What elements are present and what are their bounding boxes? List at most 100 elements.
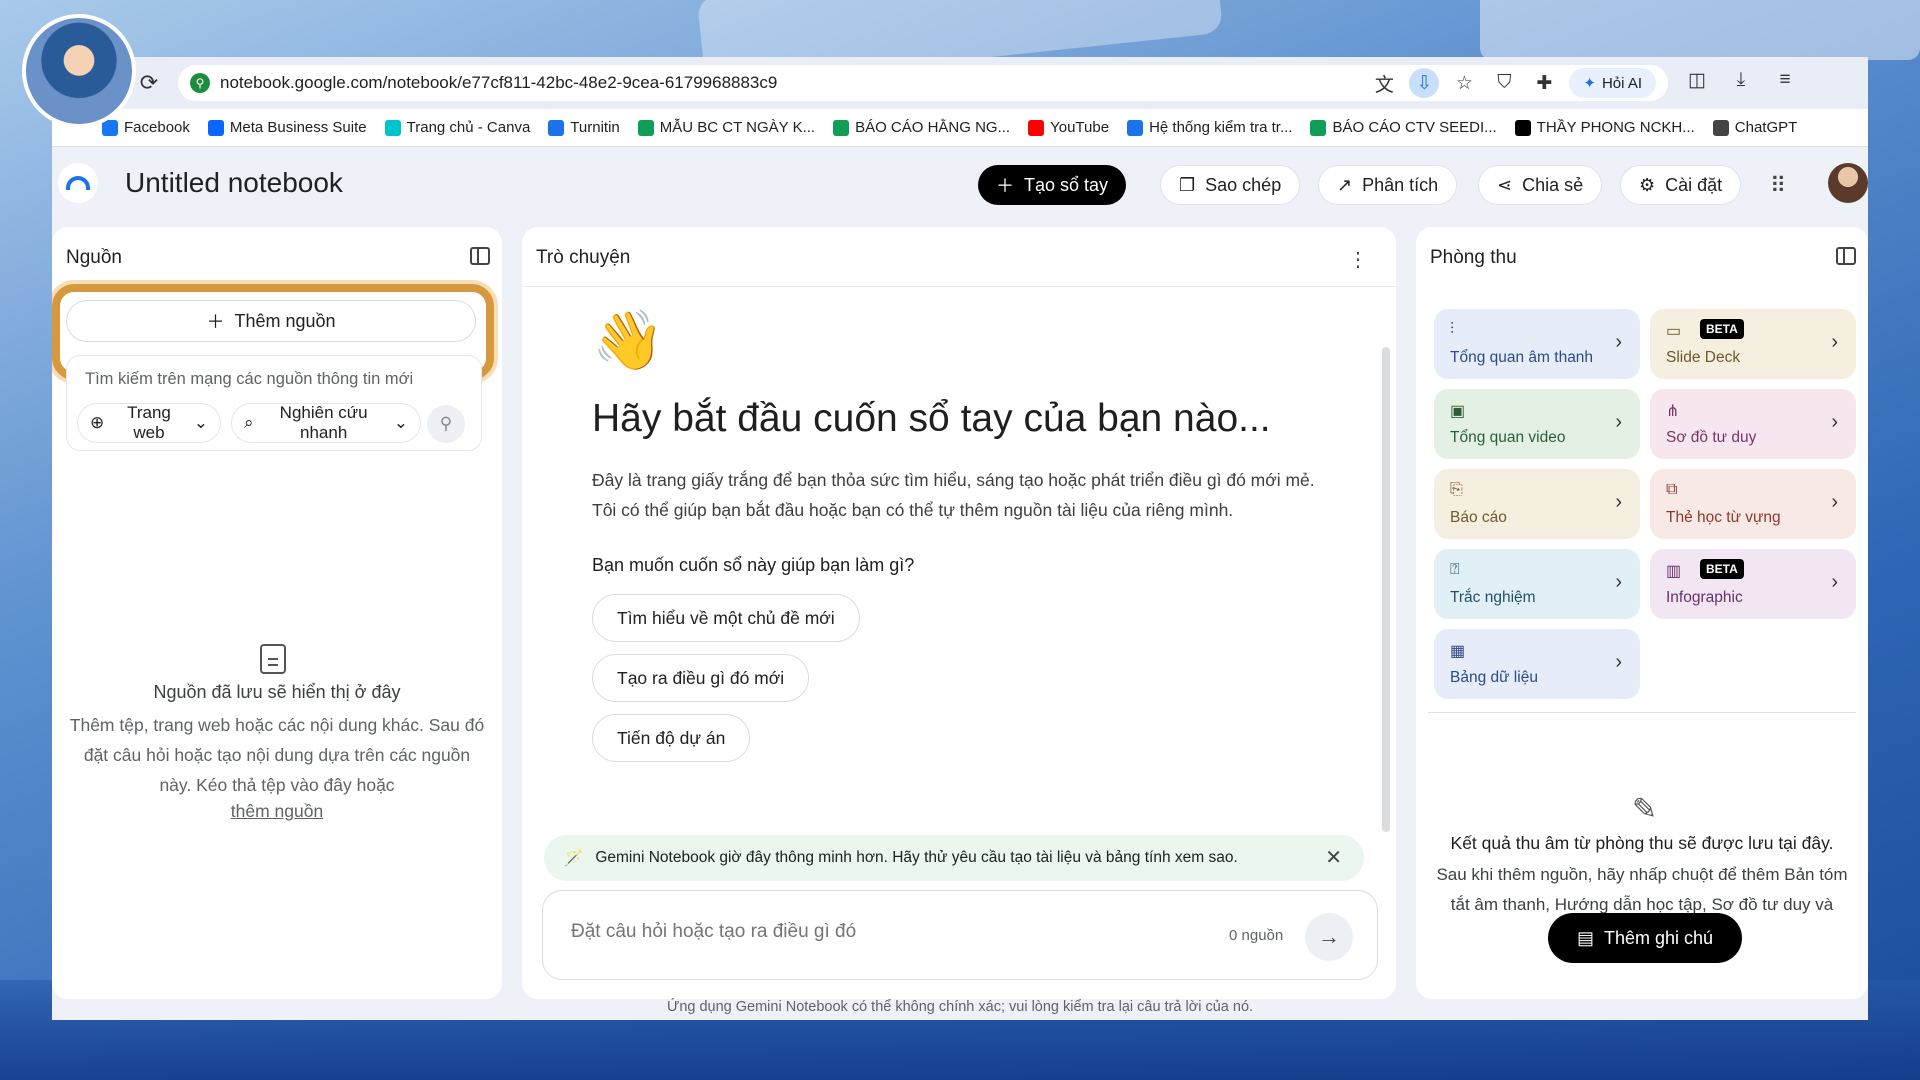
infographic-icon: ▥ — [1666, 563, 1682, 580]
bookmark-item[interactable]: MẪU BC CT NGÀY K... — [637, 119, 816, 136]
gemini-banner: 🪄 Gemini Notebook giờ đây thông minh hơn… — [544, 835, 1364, 881]
install-app-icon[interactable]: ⇩ — [1409, 68, 1440, 98]
ask-ai-label: Hỏi AI — [1601, 74, 1642, 92]
download-icon[interactable]: ⤓ — [1726, 65, 1756, 95]
magic-wand-icon: ✎ — [1632, 793, 1658, 826]
reading-list-icon[interactable]: ≡ — [1770, 65, 1800, 95]
chevron-down-icon: ⌄ — [193, 412, 208, 432]
bookmark-favicon-icon — [1127, 119, 1144, 136]
analytics-button[interactable]: ↗ Phân tích — [1318, 165, 1458, 205]
bookmark-label: Facebook — [124, 119, 190, 136]
translate-icon[interactable]: 文 — [1369, 68, 1399, 98]
bookmark-item[interactable]: Turnitin — [548, 119, 620, 136]
extensions-icon[interactable]: ✚ — [1529, 68, 1559, 98]
studio-tile[interactable]: ⧉ Thẻ học từ vựng › — [1650, 469, 1856, 539]
bookmark-favicon-icon — [1514, 119, 1531, 136]
share-button[interactable]: ⋖ Chia sẻ — [1478, 165, 1603, 205]
add-source-button[interactable]: ＋ Thêm nguồn — [66, 300, 476, 342]
bookmark-favicon-icon — [1712, 119, 1729, 136]
studio-tile[interactable]: ⎘ Báo cáo › — [1434, 469, 1640, 539]
send-button[interactable]: → — [1305, 913, 1353, 961]
disclaimer: Ứng dụng Gemini Notebook có thể không ch… — [666, 999, 1254, 1015]
web-source-dropdown[interactable]: ⊕ Trang web ⌄ — [77, 403, 221, 443]
bookmark-item[interactable]: Facebook — [102, 119, 190, 136]
studio-tile[interactable]: ▥ BETA Infographic › — [1650, 549, 1856, 619]
collapse-panel-icon[interactable] — [470, 247, 490, 265]
studio-tile[interactable]: ▭ BETA Slide Deck › — [1650, 309, 1856, 379]
bookmark-item[interactable]: Trang chủ - Canva — [384, 119, 530, 136]
suggestion-chip[interactable]: Tìm hiểu về một chủ đề mới — [592, 594, 860, 642]
chat-title: Trò chuyện — [536, 247, 631, 268]
chevron-right-icon: › — [1831, 411, 1838, 433]
bookmark-label: MẪU BC CT NGÀY K... — [659, 119, 816, 136]
bookmark-item[interactable]: ChatGPT — [1712, 119, 1797, 136]
search-submit-button[interactable]: ⚲ — [427, 405, 465, 443]
search-input[interactable]: Tìm kiếm trên mạng các nguồn thông tin m… — [85, 370, 413, 389]
studio-tile[interactable]: ▣ Tổng quan video › — [1434, 389, 1640, 459]
ask-ai-button[interactable]: ✦ Hỏi AI — [1569, 68, 1656, 98]
user-avatar[interactable] — [1828, 163, 1868, 203]
app-header: Untitled notebook ＋ Tạo sổ tay ❐ Sao chép … — [52, 147, 1868, 219]
studio-tile[interactable]: ⍰ Trắc nghiệm › — [1434, 549, 1640, 619]
close-icon[interactable]: ✕ — [1325, 845, 1342, 870]
studio-tile-label: Tổng quan âm thanh — [1450, 349, 1594, 366]
split-view-icon[interactable]: ◫ — [1682, 65, 1712, 95]
plus-icon: ＋ — [996, 176, 1014, 196]
address-bar[interactable]: ⚲ notebook.google.com/notebook/e77cf811-… — [178, 65, 1668, 101]
trend-icon: ↗ — [1337, 174, 1353, 195]
chevron-down-icon: ⌄ — [393, 412, 408, 432]
suggestion-chip[interactable]: Tiến độ dự án — [592, 714, 751, 762]
bookmark-item[interactable]: THẦY PHONG NCKH... — [1514, 119, 1695, 136]
sources-title: Nguồn — [66, 247, 122, 268]
reload-icon[interactable]: ⟳ — [132, 66, 166, 100]
banner-text: Gemini Notebook giờ đây thông minh hơn. … — [595, 849, 1238, 866]
bookmark-item[interactable]: BÁO CÁO CTV SEEDI... — [1310, 119, 1497, 136]
share-icon: ⋖ — [1497, 174, 1513, 195]
more-options-icon[interactable]: ⋮ — [1348, 247, 1368, 272]
add-source-link[interactable]: thêm nguồn — [52, 801, 502, 822]
chat-panel: Trò chuyện ⋮ 👋 Hãy bắt đầu cuốn sổ tay c… — [522, 227, 1396, 999]
notebook-logo-icon[interactable] — [58, 163, 98, 203]
chat-scrollbar[interactable] — [1382, 347, 1390, 832]
bookmark-favicon-icon — [1028, 119, 1045, 136]
add-note-button[interactable]: ▤ Thêm ghi chú — [1548, 913, 1742, 963]
bookmark-item[interactable]: Hệ thống kiểm tra tr... — [1127, 119, 1292, 136]
url-text[interactable]: notebook.google.com/notebook/e77cf811-42… — [220, 73, 777, 93]
bookmark-item[interactable]: Meta Business Suite — [207, 119, 367, 136]
research-mode-dropdown[interactable]: ⌕ Nghiên cứu nhanh ⌄ — [231, 403, 421, 443]
bookmark-label: Meta Business Suite — [229, 119, 367, 136]
studio-tile-label: Trắc nghiệm — [1450, 589, 1536, 606]
studio-tile[interactable]: ▦ Bảng dữ liệu › — [1434, 629, 1640, 699]
collapse-panel-icon[interactable] — [1836, 247, 1856, 265]
table-icon: ▦ — [1450, 643, 1466, 660]
settings-button[interactable]: ⚙ Cài đặt — [1620, 165, 1742, 205]
studio-title: Phòng thu — [1430, 247, 1517, 268]
divider — [1428, 712, 1856, 713]
studio-tile-label: Tổng quan video — [1450, 429, 1566, 446]
bookmark-label: BÁO CÁO CTV SEEDI... — [1332, 119, 1497, 136]
apps-grid-icon[interactable]: ⠿ — [1770, 173, 1786, 199]
studio-tile[interactable]: ⫶ Tổng quan âm thanh › — [1434, 309, 1640, 379]
bookmark-star-icon[interactable]: ☆ — [1449, 68, 1479, 98]
chat-heading: Hãy bắt đầu cuốn sổ tay của bạn nào... — [592, 397, 1271, 440]
studio-tile[interactable]: ⋔ Sơ đồ tư duy › — [1650, 389, 1856, 459]
quiz-icon: ⍰ — [1450, 561, 1460, 578]
copy-button[interactable]: ❐ Sao chép — [1160, 165, 1301, 205]
research-label: Nghiên cứu nhanh — [279, 402, 368, 442]
chevron-right-icon: › — [1831, 491, 1838, 513]
magic-wand-icon: 🪄 — [564, 849, 584, 867]
suggestion-chip[interactable]: Tạo ra điều gì đó mới — [592, 654, 810, 702]
notebook-title[interactable]: Untitled notebook — [125, 167, 343, 199]
create-notebook-button[interactable]: ＋ Tạo sổ tay — [978, 165, 1127, 205]
chevron-right-icon: › — [1615, 411, 1622, 433]
notebook-app: Untitled notebook ＋ Tạo sổ tay ❐ Sao chép … — [52, 147, 1868, 1020]
site-info-icon[interactable]: ⚲ — [190, 73, 210, 93]
beta-badge: BETA — [1700, 319, 1744, 339]
presenter-avatar — [22, 14, 136, 128]
bookmark-favicon-icon — [548, 119, 565, 136]
chat-input[interactable] — [571, 921, 1171, 943]
bookmark-item[interactable]: BÁO CÁO HẰNG NG... — [833, 119, 1010, 136]
chevron-right-icon: › — [1615, 331, 1622, 353]
shield-icon[interactable]: ⛉ — [1489, 68, 1519, 98]
bookmark-item[interactable]: YouTube — [1028, 119, 1109, 136]
